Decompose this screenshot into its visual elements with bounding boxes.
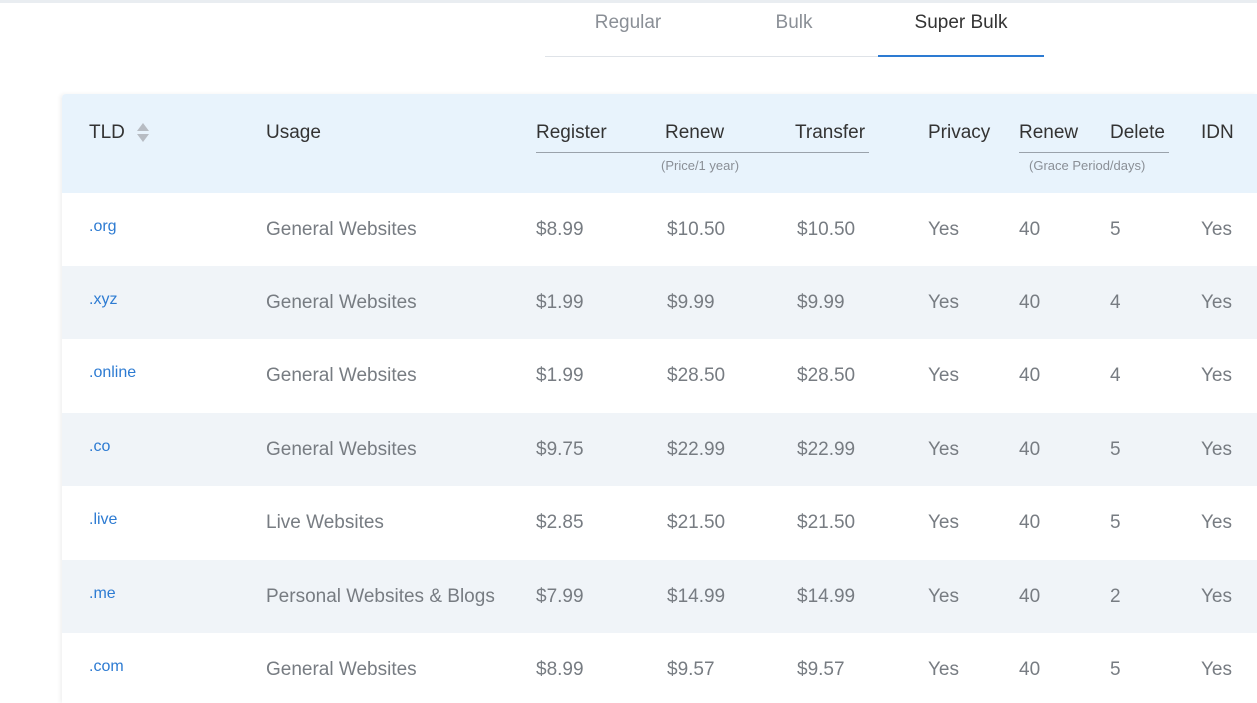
register-price: $9.75 [536,439,584,460]
grace-delete-cell: 5 [1110,659,1121,680]
usage-cell: General Websites [266,292,417,313]
grace-group-divider [1019,152,1169,153]
usage-cell: Live Websites [266,512,384,533]
grace-delete-cell: 2 [1110,586,1121,607]
tld-link[interactable]: .me [89,585,116,603]
register-price: $8.99 [536,219,584,240]
idn-cell: Yes [1201,365,1232,386]
idn-cell: Yes [1201,292,1232,313]
pricing-table: TLD Usage Register Renew Transfer (Price… [62,94,1257,703]
grace-delete-cell: 5 [1110,219,1121,240]
usage-cell: General Websites [266,659,417,680]
idn-cell: Yes [1201,586,1232,607]
register-price: $1.99 [536,365,584,386]
table-row: .live Live Websites $2.85 $21.50 $21.50 … [62,486,1257,559]
header-grace-renew: Renew [1019,122,1079,143]
renew-price: $21.50 [667,512,726,533]
register-price: $2.85 [536,512,584,533]
tld-link[interactable]: .xyz [89,291,117,309]
idn-cell: Yes [1201,659,1232,680]
price-group-divider [536,152,869,153]
grace-renew-cell: 40 [1019,659,1041,680]
tld-link[interactable]: .com [89,658,124,676]
transfer-price: $10.50 [797,219,856,240]
table-row: .me Personal Websites & Blogs $7.99 $14.… [62,560,1257,633]
header-grace-delete: Delete [1110,122,1165,143]
grace-delete-cell: 4 [1110,292,1121,313]
grace-renew-cell: 40 [1019,512,1041,533]
renew-price: $28.50 [667,365,726,386]
sort-icon[interactable] [137,123,149,143]
privacy-cell: Yes [928,512,959,533]
tab-regular[interactable]: Regular [545,12,711,56]
register-price: $1.99 [536,292,584,313]
table-row: .co General Websites $9.75 $22.99 $22.99… [62,413,1257,486]
tld-link[interactable]: .org [89,218,117,236]
privacy-cell: Yes [928,439,959,460]
renew-price: $10.50 [667,219,726,240]
renew-price: $9.99 [667,292,715,313]
tld-link[interactable]: .co [89,438,110,456]
transfer-price: $9.99 [797,292,845,313]
grace-delete-cell: 4 [1110,365,1121,386]
idn-cell: Yes [1201,439,1232,460]
header-transfer: Transfer [795,122,866,143]
pricing-tabs: Regular Bulk Super Bulk [545,0,1044,57]
grace-renew-cell: 40 [1019,365,1041,386]
transfer-price: $22.99 [797,439,856,460]
table-row: .xyz General Websites $1.99 $9.99 $9.99 … [62,266,1257,339]
usage-cell: General Websites [266,439,417,460]
idn-cell: Yes [1201,219,1232,240]
tab-super-bulk[interactable]: Super Bulk [878,12,1044,57]
privacy-cell: Yes [928,659,959,680]
grace-renew-cell: 40 [1019,439,1041,460]
privacy-cell: Yes [928,219,959,240]
table-row: .online General Websites $1.99 $28.50 $2… [62,339,1257,412]
transfer-price: $28.50 [797,365,856,386]
idn-cell: Yes [1201,512,1232,533]
register-price: $8.99 [536,659,584,680]
usage-cell: Personal Websites & Blogs [266,586,495,607]
privacy-cell: Yes [928,292,959,313]
grace-renew-cell: 40 [1019,586,1041,607]
privacy-cell: Yes [928,586,959,607]
transfer-price: $21.50 [797,512,856,533]
tld-link[interactable]: .live [89,511,117,529]
privacy-cell: Yes [928,365,959,386]
table-row: .org General Websites $8.99 $10.50 $10.5… [62,193,1257,266]
register-price: $7.99 [536,586,584,607]
price-note: (Price/1 year) [661,158,740,173]
table-row: .com General Websites $8.99 $9.57 $9.57 … [62,633,1257,703]
header-register: Register [536,122,607,143]
grace-renew-cell: 40 [1019,219,1041,240]
header-tld[interactable]: TLD [89,122,125,144]
grace-delete-cell: 5 [1110,512,1121,533]
renew-price: $22.99 [667,439,726,460]
header-privacy: Privacy [928,122,991,143]
usage-cell: General Websites [266,365,417,386]
table-header: TLD Usage Register Renew Transfer (Price… [62,94,1257,193]
header-usage: Usage [266,122,321,143]
grace-delete-cell: 5 [1110,439,1121,460]
grace-note: (Grace Period/days) [1029,158,1146,173]
header-idn: IDN [1201,122,1234,143]
grace-renew-cell: 40 [1019,292,1041,313]
header-renew: Renew [665,122,725,143]
usage-cell: General Websites [266,219,417,240]
renew-price: $9.57 [667,659,715,680]
transfer-price: $9.57 [797,659,845,680]
transfer-price: $14.99 [797,586,856,607]
tab-bulk[interactable]: Bulk [711,12,877,56]
tld-link[interactable]: .online [89,364,136,382]
renew-price: $14.99 [667,586,726,607]
